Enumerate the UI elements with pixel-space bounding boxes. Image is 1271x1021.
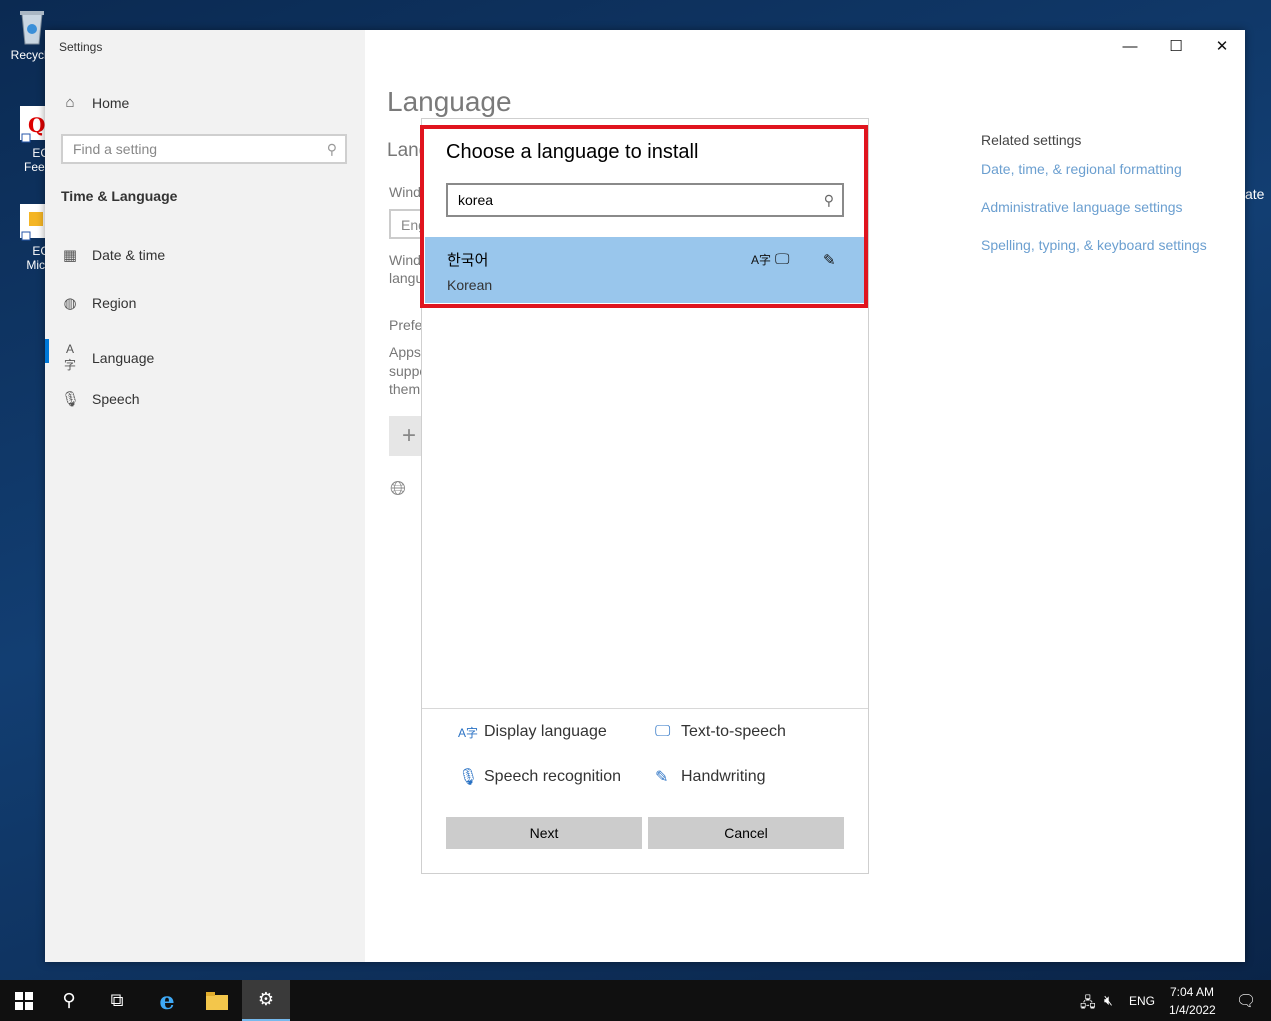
file-explorer-button[interactable]	[193, 980, 241, 1021]
link-spelling-typing[interactable]: Spelling, typing, & keyboard settings	[981, 237, 1207, 253]
search-icon: ⚲	[326, 140, 337, 157]
input-language[interactable]: ENG	[1129, 994, 1155, 1008]
choose-language-dialog: Choose a language to install korea ⚲ 한국어…	[421, 118, 869, 874]
legend-label: Display language	[484, 723, 607, 740]
sidebar-item-date-time[interactable]: ▦ Date & time	[61, 246, 165, 264]
volume-muted-icon[interactable]: 🔇︎	[1104, 992, 1113, 1009]
sidebar-item-region[interactable]: ◍ Region	[61, 294, 136, 312]
language-icon: A字	[63, 342, 76, 372]
minimize-button[interactable]: —	[1107, 30, 1153, 62]
sidebar-item-label: Region	[92, 295, 137, 311]
related-settings-header: Related settings	[981, 132, 1082, 148]
search-placeholder: Find a setting	[73, 141, 158, 157]
legend-label: Speech recognition	[484, 768, 621, 785]
sidebar-item-language[interactable]: A字 Language	[61, 342, 154, 373]
start-button[interactable]	[0, 980, 48, 1021]
main-fragment: Wind	[389, 184, 421, 200]
sidebar: Settings ⌂ Home Find a setting ⚲ Time & …	[45, 30, 365, 962]
handwriting-icon: ✎	[823, 252, 836, 269]
legend-display-language: A字 Display language	[458, 723, 607, 741]
internet-explorer-button[interactable]: e	[143, 980, 191, 1021]
microphone-icon: 🎙︎	[61, 391, 81, 408]
language-native-name: 한국어	[447, 252, 489, 269]
calendar-icon: ▦	[62, 247, 78, 264]
gear-icon: ⚙	[257, 989, 275, 1009]
cancel-button[interactable]: Cancel	[648, 817, 844, 849]
search-icon: ⚲	[823, 191, 834, 208]
language-search-input[interactable]: korea ⚲	[446, 183, 844, 217]
legend-text-to-speech: 🖵︎ Text-to-speech	[655, 723, 786, 741]
link-admin-language[interactable]: Administrative language settings	[981, 199, 1207, 215]
page-title: Language	[387, 86, 512, 117]
legend-handwriting: ✎ Handwriting	[655, 767, 765, 787]
clock-time[interactable]: 7:04 AM	[1170, 985, 1214, 999]
main-fragment: them	[389, 381, 421, 397]
link-date-time-regional[interactable]: Date, time, & regional formatting	[981, 161, 1207, 177]
window-title: Settings	[59, 40, 103, 54]
display-language-icon: A字	[751, 253, 772, 267]
main-fragment: Apps	[389, 344, 421, 360]
window-controls: — ☐ ✕	[1107, 30, 1245, 62]
taskbar: ⚲ ⧉ e ⚙ 🖧︎ 🔇︎ ENG 7:04 AM 1/4/2022 🗨︎	[0, 980, 1271, 1021]
legend-label: Handwriting	[681, 768, 766, 785]
sidebar-item-label: Language	[92, 349, 155, 366]
maximize-button[interactable]: ☐	[1153, 30, 1199, 62]
task-view-icon: ⧉	[110, 990, 124, 1010]
text-to-speech-icon: 🖵︎	[775, 251, 790, 268]
search-button[interactable]: ⚲	[45, 980, 93, 1021]
windows-logo-icon	[15, 991, 33, 1010]
folder-icon	[206, 991, 228, 1010]
find-setting-input[interactable]: Find a setting ⚲	[61, 134, 347, 164]
next-button[interactable]: Next	[446, 817, 642, 849]
language-globe-icon: 🌐︎	[390, 478, 406, 500]
close-button[interactable]: ✕	[1199, 30, 1245, 62]
search-value: korea	[458, 192, 494, 208]
notifications-icon[interactable]: 🗨︎	[1236, 991, 1256, 1011]
home-icon: ⌂	[65, 94, 75, 111]
sidebar-item-speech[interactable]: 🎙︎ Speech	[61, 390, 139, 408]
main-fragment: Prefe	[389, 317, 423, 333]
dialog-title: Choose a language to install	[446, 141, 699, 163]
sidebar-item-home[interactable]: ⌂ Home	[61, 94, 129, 111]
sidebar-item-label: Speech	[92, 391, 140, 407]
main-fragment: langu	[389, 270, 424, 286]
text-to-speech-icon: 🖵︎	[655, 723, 671, 740]
legend-label: Text-to-speech	[681, 723, 786, 740]
language-english-name: Korean	[447, 277, 493, 293]
settings-taskbar-button[interactable]: ⚙	[242, 980, 290, 1021]
globe-icon: ◍	[63, 295, 77, 312]
svg-text:Q: Q	[28, 113, 45, 137]
search-icon: ⚲	[62, 990, 76, 1010]
microphone-icon: 🎙︎	[458, 769, 479, 786]
dialog-divider	[422, 708, 868, 709]
sidebar-item-label: Date & time	[92, 247, 166, 263]
related-settings: Related settings Date, time, & regional …	[981, 132, 1207, 275]
legend-speech-recognition: 🎙︎ Speech recognition	[458, 767, 621, 787]
sidebar-item-label: Home	[92, 94, 130, 111]
desktop-partial-text: ate	[1245, 186, 1265, 202]
main-fragment: Wind	[389, 252, 421, 268]
clock-date[interactable]: 1/4/2022	[1169, 1003, 1216, 1017]
handwriting-icon: ✎	[655, 769, 669, 786]
task-view-button[interactable]: ⧉	[93, 980, 141, 1021]
section-title: Time & Language	[61, 188, 178, 204]
internet-explorer-icon: e	[159, 986, 175, 1015]
network-icon[interactable]: 🖧︎	[1080, 992, 1096, 1016]
active-indicator	[45, 339, 49, 363]
display-language-icon: A字	[458, 725, 479, 740]
language-result-korean[interactable]: 한국어 Korean A字 🖵︎ ✎	[425, 237, 866, 303]
